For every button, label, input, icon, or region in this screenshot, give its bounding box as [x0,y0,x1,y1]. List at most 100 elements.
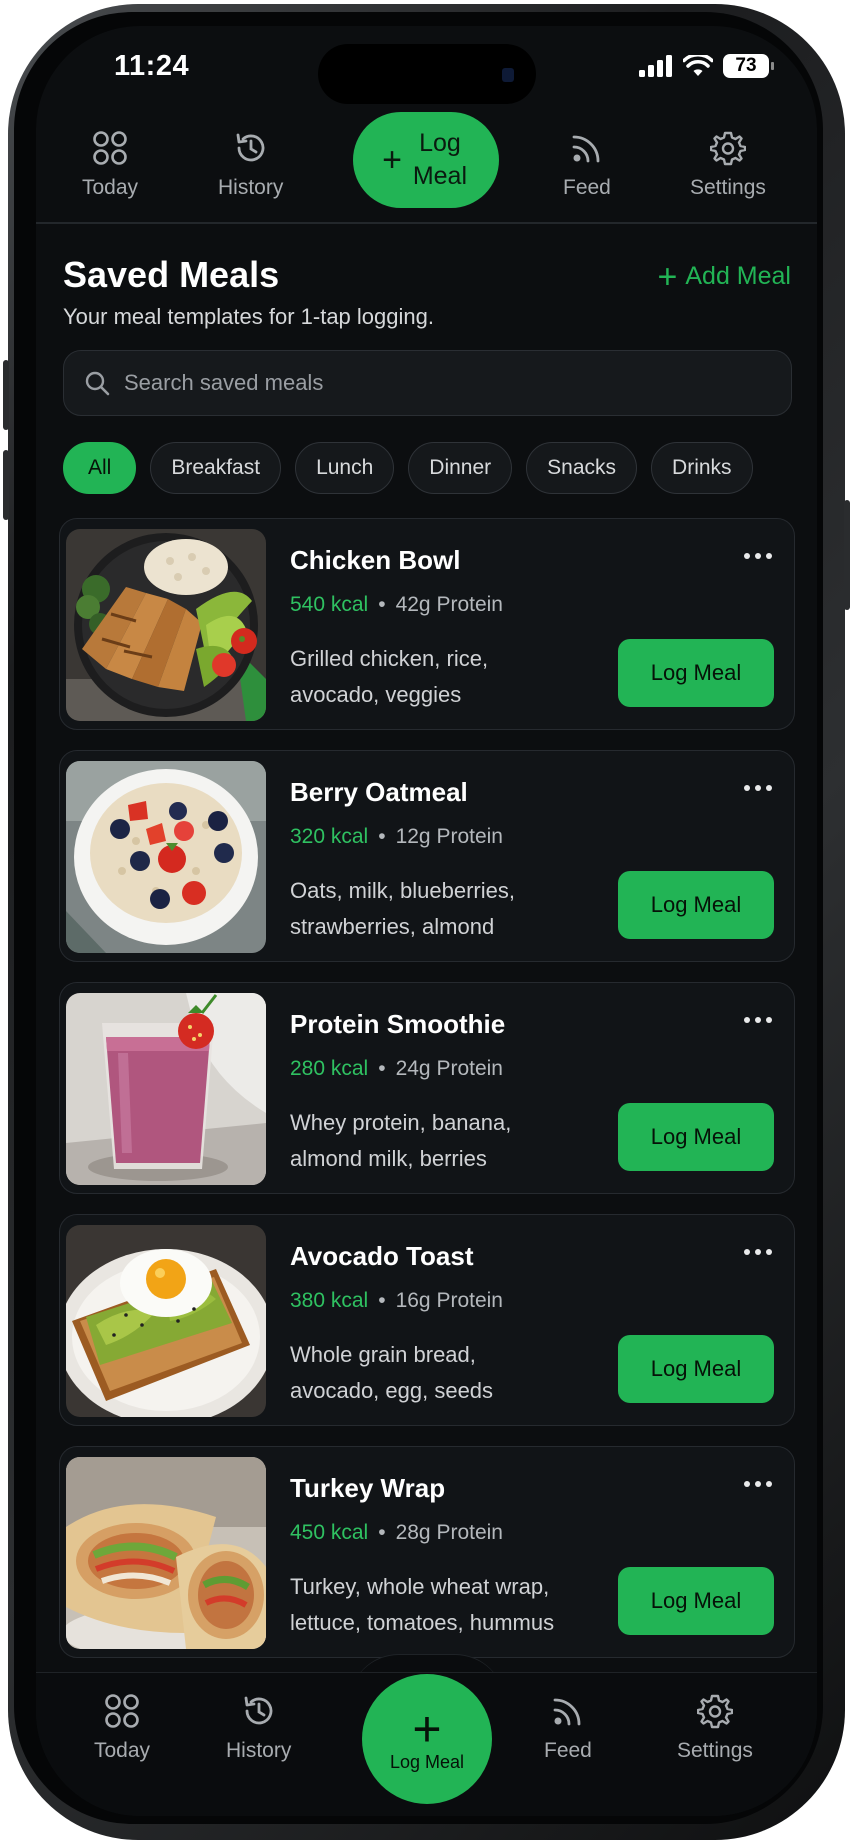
meal-name: Berry Oatmeal [290,777,468,807]
plus-icon: + [412,1700,442,1757]
filter-chip-dinner[interactable]: Dinner [408,442,513,494]
meal-description: Whey protein, banana, almond milk, berri… [290,1110,512,1171]
meal-name: Protein Smoothie [290,1009,506,1039]
top-log-meal-button[interactable]: + Log Meal [353,112,499,208]
meal-image-chicken-bowl [66,529,266,721]
meal-kcal: 320 kcal [290,825,369,848]
search-placeholder: Search saved meals [124,370,324,395]
bottom-nav-history-label: History [226,1739,292,1762]
meal-kcal: 280 kcal [290,1057,369,1080]
separator-dot: • [378,593,386,616]
meal-kcal: 450 kcal [290,1521,369,1544]
top-nav-feed[interactable]: Feed [563,130,611,200]
camera-indicator [502,68,514,82]
more-options-icon[interactable] [744,553,772,559]
meal-protein: 28g Protein [395,1521,503,1544]
search-icon [85,371,110,396]
separator-dot: • [378,1289,386,1312]
page-title: Saved Meals [63,254,280,295]
more-options-icon[interactable] [744,1249,772,1255]
status-icons: 73 [639,54,774,78]
bottom-nav-settings[interactable]: Settings [677,1693,753,1763]
bottom-log-meal-label: Log Meal [389,1751,465,1772]
meal-nutrition: 320 kcal • 12g Protein [290,825,503,849]
top-log-meal-label: Log Meal [412,129,468,190]
meal-description: Oats, milk, blueberries, strawberries, a… [290,878,515,939]
gear-icon [709,131,746,166]
top-nav-settings[interactable]: Settings [690,130,766,200]
top-nav-history[interactable]: History [218,130,283,200]
separator-dot: • [378,1521,386,1544]
bottom-nav-feed-label: Feed [544,1739,592,1762]
meal-protein: 12g Protein [395,825,503,848]
filter-chip-breakfast[interactable]: Breakfast [150,442,282,494]
meal-name: Turkey Wrap [290,1473,446,1503]
bottom-nav-feed[interactable]: Feed [544,1693,592,1763]
meal-name: Chicken Bowl [290,545,461,575]
filter-chip-drinks[interactable]: Drinks [651,442,753,494]
volume-down-button [3,450,9,520]
meal-card[interactable]: Turkey Wrap 450 kcal • 28g Protein Turke… [59,1446,795,1658]
add-meal-button[interactable]: + Add Meal [657,257,791,296]
filter-chip-lunch[interactable]: Lunch [295,442,395,494]
meal-description: Turkey, whole wheat wrap, lettuce, tomat… [290,1574,555,1635]
meal-kcal: 540 kcal [290,593,369,616]
meal-card[interactable]: Protein Smoothie 280 kcal • 24g Protein … [59,982,795,1194]
battery-indicator: 73 [723,54,774,78]
more-options-icon[interactable] [744,1017,772,1023]
top-nav: Today History + Log Meal Feed Settings [36,112,817,222]
meal-description: Whole grain bread, avocado, egg, seeds [290,1342,494,1403]
cellular-signal-icon [639,55,672,77]
meal-nutrition: 280 kcal • 24g Protein [290,1057,503,1081]
meal-protein: 16g Protein [395,1289,503,1312]
more-options-icon[interactable] [744,1481,772,1487]
meal-kcal: 380 kcal [290,1289,369,1312]
meal-description: Grilled chicken, rice, avocado, veggies [290,646,489,707]
power-button [844,500,850,610]
meal-nutrition: 540 kcal • 42g Protein [290,593,503,617]
log-meal-button[interactable]: Log Meal [618,1103,774,1171]
meal-name: Avocado Toast [290,1241,474,1271]
feed-icon [553,1698,581,1726]
bottom-log-meal-button[interactable]: + Log Meal [362,1674,492,1804]
page-subtitle: Your meal templates for 1-tap logging. [63,304,434,329]
top-nav-today-label: Today [82,176,139,199]
bottom-nav-today[interactable]: Today [94,1693,150,1763]
separator-dot: • [378,825,386,848]
plus-icon: + [657,257,678,296]
add-meal-label: Add Meal [685,262,791,290]
meal-card[interactable]: Chicken Bowl 540 kcal • 42g Protein Gril… [59,518,795,730]
meal-card[interactable]: Berry Oatmeal 320 kcal • 12g Protein Oat… [59,750,795,962]
meal-nutrition: 380 kcal • 16g Protein [290,1289,503,1313]
app-screen: 11:24 73 Today History + Log Meal Feed S… [36,26,817,1816]
log-meal-button[interactable]: Log Meal [618,1567,774,1635]
feed-icon [572,135,600,163]
meal-nutrition: 450 kcal • 28g Protein [290,1521,503,1545]
log-meal-button[interactable]: Log Meal [618,1335,774,1403]
meal-image-berry-oatmeal [66,761,266,953]
filter-chips: All Breakfast Lunch Dinner Snacks Drinks [63,442,753,494]
meal-image-avocado-toast [66,1225,266,1417]
volume-up-button [3,360,9,430]
meal-card[interactable]: Avocado Toast 380 kcal • 16g Protein Who… [59,1214,795,1426]
wifi-icon [683,55,713,76]
gear-icon [696,1694,733,1729]
filter-chip-snacks[interactable]: Snacks [526,442,638,494]
search-input[interactable]: Search saved meals [63,350,792,416]
top-nav-settings-label: Settings [690,176,766,199]
separator-dot: • [378,1057,386,1080]
nav-divider [36,222,817,224]
plus-icon: + [382,140,402,179]
status-time: 11:24 [114,50,190,82]
top-nav-today[interactable]: Today [82,130,138,200]
bottom-nav-settings-label: Settings [677,1739,753,1762]
history-icon [236,133,265,162]
meal-image-turkey-wrap [66,1457,266,1649]
more-options-icon[interactable] [744,785,772,791]
bottom-nav-history[interactable]: History [226,1693,291,1763]
log-meal-button[interactable]: Log Meal [618,639,774,707]
filter-chip-all[interactable]: All [63,442,137,494]
meal-list: Chicken Bowl 540 kcal • 42g Protein Gril… [59,518,795,1678]
top-nav-history-label: History [218,176,284,199]
log-meal-button[interactable]: Log Meal [618,871,774,939]
